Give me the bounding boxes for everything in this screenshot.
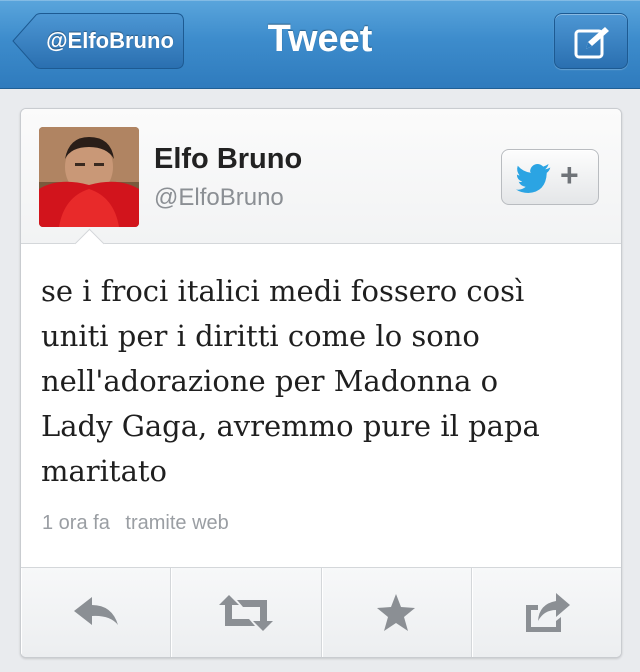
star-icon — [377, 594, 416, 631]
tweet-meta: 1 ora fa tramite web — [42, 512, 239, 535]
compose-icon — [574, 27, 609, 59]
twitter-bird-icon — [516, 164, 551, 194]
author-name[interactable]: Elfo Bruno — [154, 143, 302, 176]
favorite-button[interactable] — [322, 568, 472, 657]
page-title: Tweet — [267, 18, 373, 60]
follow-button[interactable]: + — [501, 149, 599, 205]
tweet-text: se i froci italici medi fossero così uni… — [41, 274, 540, 488]
tweet-source[interactable]: tramite web — [125, 512, 228, 534]
tweet-header[interactable]: Elfo Bruno @ElfoBruno + — [21, 109, 621, 244]
avatar[interactable] — [39, 127, 139, 227]
action-bar — [21, 567, 621, 657]
follow-plus: + — [560, 157, 579, 193]
reply-button[interactable] — [21, 568, 172, 657]
reply-icon — [73, 597, 118, 625]
tweet-time: 1 ora fa — [42, 512, 110, 534]
tweet-card: Elfo Bruno @ElfoBruno + se i froci itali… — [20, 108, 622, 658]
share-button[interactable] — [472, 568, 621, 657]
navigation-bar: @ElfoBruno Tweet — [0, 0, 640, 89]
share-icon — [526, 593, 571, 632]
author-handle[interactable]: @ElfoBruno — [154, 184, 284, 212]
retweet-icon — [218, 595, 273, 631]
avatar-image — [39, 127, 139, 227]
retweet-button[interactable] — [171, 568, 322, 657]
compose-button[interactable] — [554, 13, 628, 69]
